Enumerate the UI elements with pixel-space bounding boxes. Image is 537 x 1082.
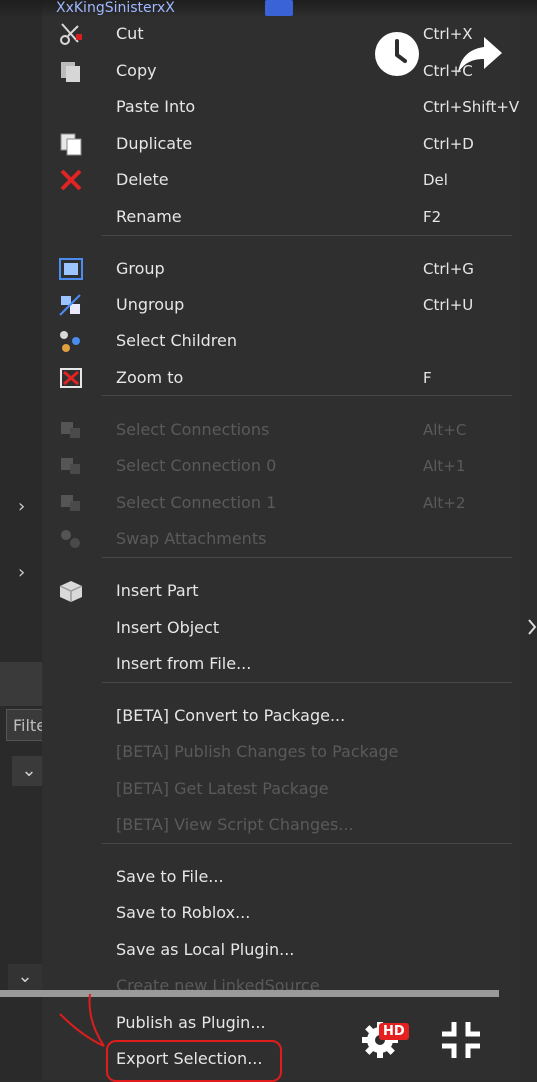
menu-item-label: Select Children <box>116 331 238 350</box>
menu-item-label: Select Connection 0 <box>116 456 277 475</box>
menu-item-label: [BETA] View Script Changes... <box>116 815 354 834</box>
group-icon <box>58 257 84 281</box>
ungroup-icon <box>58 293 84 317</box>
menu-item-shortcut: F2 <box>423 208 442 226</box>
connection-1-icon <box>58 491 84 515</box>
connection-0-icon <box>58 454 84 478</box>
menu-item-shortcut: Alt+1 <box>423 457 466 475</box>
scroll-right-arrow-icon[interactable] <box>527 618 537 636</box>
context-menu: Cut Ctrl+X Copy Ctrl+C Paste Into Ctrl+Shift+… <box>42 0 520 1080</box>
zoom-to-icon <box>58 366 84 390</box>
menu-item-label: Delete <box>116 170 169 189</box>
menu-item-insert-part[interactable]: Insert Part <box>42 573 520 609</box>
menu-item-label: Publish as Plugin... <box>116 1013 266 1032</box>
menu-item-insert-from-file[interactable]: Insert from File... <box>42 646 520 682</box>
duplicate-icon <box>58 132 84 156</box>
menu-item-shortcut: F <box>423 369 432 387</box>
menu-item-ungroup[interactable]: Ungroup Ctrl+U <box>42 287 520 323</box>
annotation-highlight-box <box>106 1040 282 1082</box>
part-cube-icon <box>58 579 84 603</box>
dropdown-chevron-icon[interactable]: ⌄ <box>8 964 42 992</box>
menu-item-label: Swap Attachments <box>116 529 267 548</box>
left-panel-background <box>0 0 42 1080</box>
menu-separator <box>102 235 512 236</box>
menu-item-cut[interactable]: Cut Ctrl+X <box>42 16 520 52</box>
menu-item-label: [BETA] Get Latest Package <box>116 779 329 798</box>
menu-item-label: Rename <box>116 207 182 226</box>
menu-item-insert-object[interactable]: Insert Object <box>42 610 520 646</box>
menu-item-select-connections: Select Connections Alt+C <box>42 412 520 448</box>
menu-item-select-children[interactable]: Select Children <box>42 323 520 359</box>
select-children-icon <box>58 329 84 353</box>
hd-badge: HD <box>379 1023 409 1040</box>
menu-item-shortcut: Alt+2 <box>423 494 466 512</box>
menu-item-shortcut: Del <box>423 171 448 189</box>
menu-item-label: Insert from File... <box>116 654 252 673</box>
tree-expand-chevron-icon[interactable]: › <box>18 496 25 517</box>
exit-fullscreen-icon[interactable] <box>440 1020 482 1060</box>
menu-item-select-connection-1: Select Connection 1 Alt+2 <box>42 485 520 521</box>
menu-item-beta-view-script-changes: [BETA] View Script Changes... <box>42 807 520 843</box>
watch-later-clock-icon[interactable] <box>374 31 420 77</box>
menu-item-label: [BETA] Publish Changes to Package <box>116 742 399 761</box>
menu-item-delete[interactable]: Delete Del <box>42 162 520 198</box>
menu-item-label: Group <box>116 259 165 278</box>
menu-item-label: Cut <box>116 24 144 43</box>
menu-item-rename[interactable]: Rename F2 <box>42 199 520 235</box>
menu-item-duplicate[interactable]: Duplicate Ctrl+D <box>42 126 520 162</box>
menu-item-label: [BETA] Convert to Package... <box>116 706 346 725</box>
menu-item-label: Paste Into <box>116 97 196 116</box>
menu-item-swap-attachments: Swap Attachments <box>42 521 520 557</box>
menu-item-shortcut: Ctrl+U <box>423 296 474 314</box>
menu-item-shortcut: Alt+C <box>423 421 467 439</box>
menu-item-select-connection-0: Select Connection 0 Alt+1 <box>42 448 520 484</box>
menu-item-save-to-file[interactable]: Save to File... <box>42 859 520 895</box>
menu-item-save-to-roblox[interactable]: Save to Roblox... <box>42 895 520 931</box>
tree-expand-chevron-icon[interactable]: › <box>18 562 25 583</box>
menu-item-shortcut: Ctrl+Shift+V <box>423 98 520 116</box>
menu-item-label: Save to File... <box>116 867 224 886</box>
menu-item-zoom-to[interactable]: Zoom to F <box>42 360 520 396</box>
menu-item-beta-convert-to-package[interactable]: [BETA] Convert to Package... <box>42 698 520 734</box>
menu-separator <box>102 682 512 683</box>
player-badge-icon <box>265 0 293 16</box>
menu-separator <box>102 557 512 558</box>
menu-item-label: Duplicate <box>116 134 193 153</box>
menu-item-create-new-linkedsource: Create new LinkedSource <box>42 968 520 1004</box>
menu-item-label: Copy <box>116 61 157 80</box>
menu-item-label: Select Connections <box>116 420 270 439</box>
menu-item-beta-publish-changes-to-package: [BETA] Publish Changes to Package <box>42 734 520 770</box>
filter-input[interactable]: Filter <box>6 709 46 741</box>
menu-item-label: Ungroup <box>116 295 185 314</box>
scissors-icon <box>58 22 84 46</box>
swap-attachments-icon <box>58 527 84 551</box>
menu-item-copy[interactable]: Copy Ctrl+C <box>42 53 520 89</box>
menu-item-beta-get-latest-package: [BETA] Get Latest Package <box>42 771 520 807</box>
connections-icon <box>58 418 84 442</box>
menu-item-label: Select Connection 1 <box>116 493 277 512</box>
menu-item-save-as-local-plugin[interactable]: Save as Local Plugin... <box>42 932 520 968</box>
menu-item-label: Save as Local Plugin... <box>116 940 295 959</box>
annotation-arrow-icon <box>52 992 112 1052</box>
copy-icon <box>58 59 84 83</box>
menu-item-label: Zoom to <box>116 368 184 387</box>
menu-item-shortcut: Ctrl+G <box>423 260 474 278</box>
menu-item-group[interactable]: Group Ctrl+G <box>42 251 520 287</box>
menu-item-shortcut: Ctrl+D <box>423 135 474 153</box>
menu-item-label: Insert Object <box>116 618 220 637</box>
menu-item-label: Insert Part <box>116 581 199 600</box>
menu-item-label: Save to Roblox... <box>116 903 251 922</box>
menu-item-paste-into[interactable]: Paste Into Ctrl+Shift+V <box>42 89 520 125</box>
share-arrow-icon[interactable] <box>456 35 504 75</box>
delete-x-icon <box>58 168 84 192</box>
explorer-selected-item[interactable]: XxKingSinisterxX <box>52 0 179 16</box>
menu-separator <box>102 843 512 844</box>
dropdown-chevron-icon[interactable]: ⌄ <box>12 756 46 786</box>
menu-item-label: Create new LinkedSource <box>116 976 320 995</box>
